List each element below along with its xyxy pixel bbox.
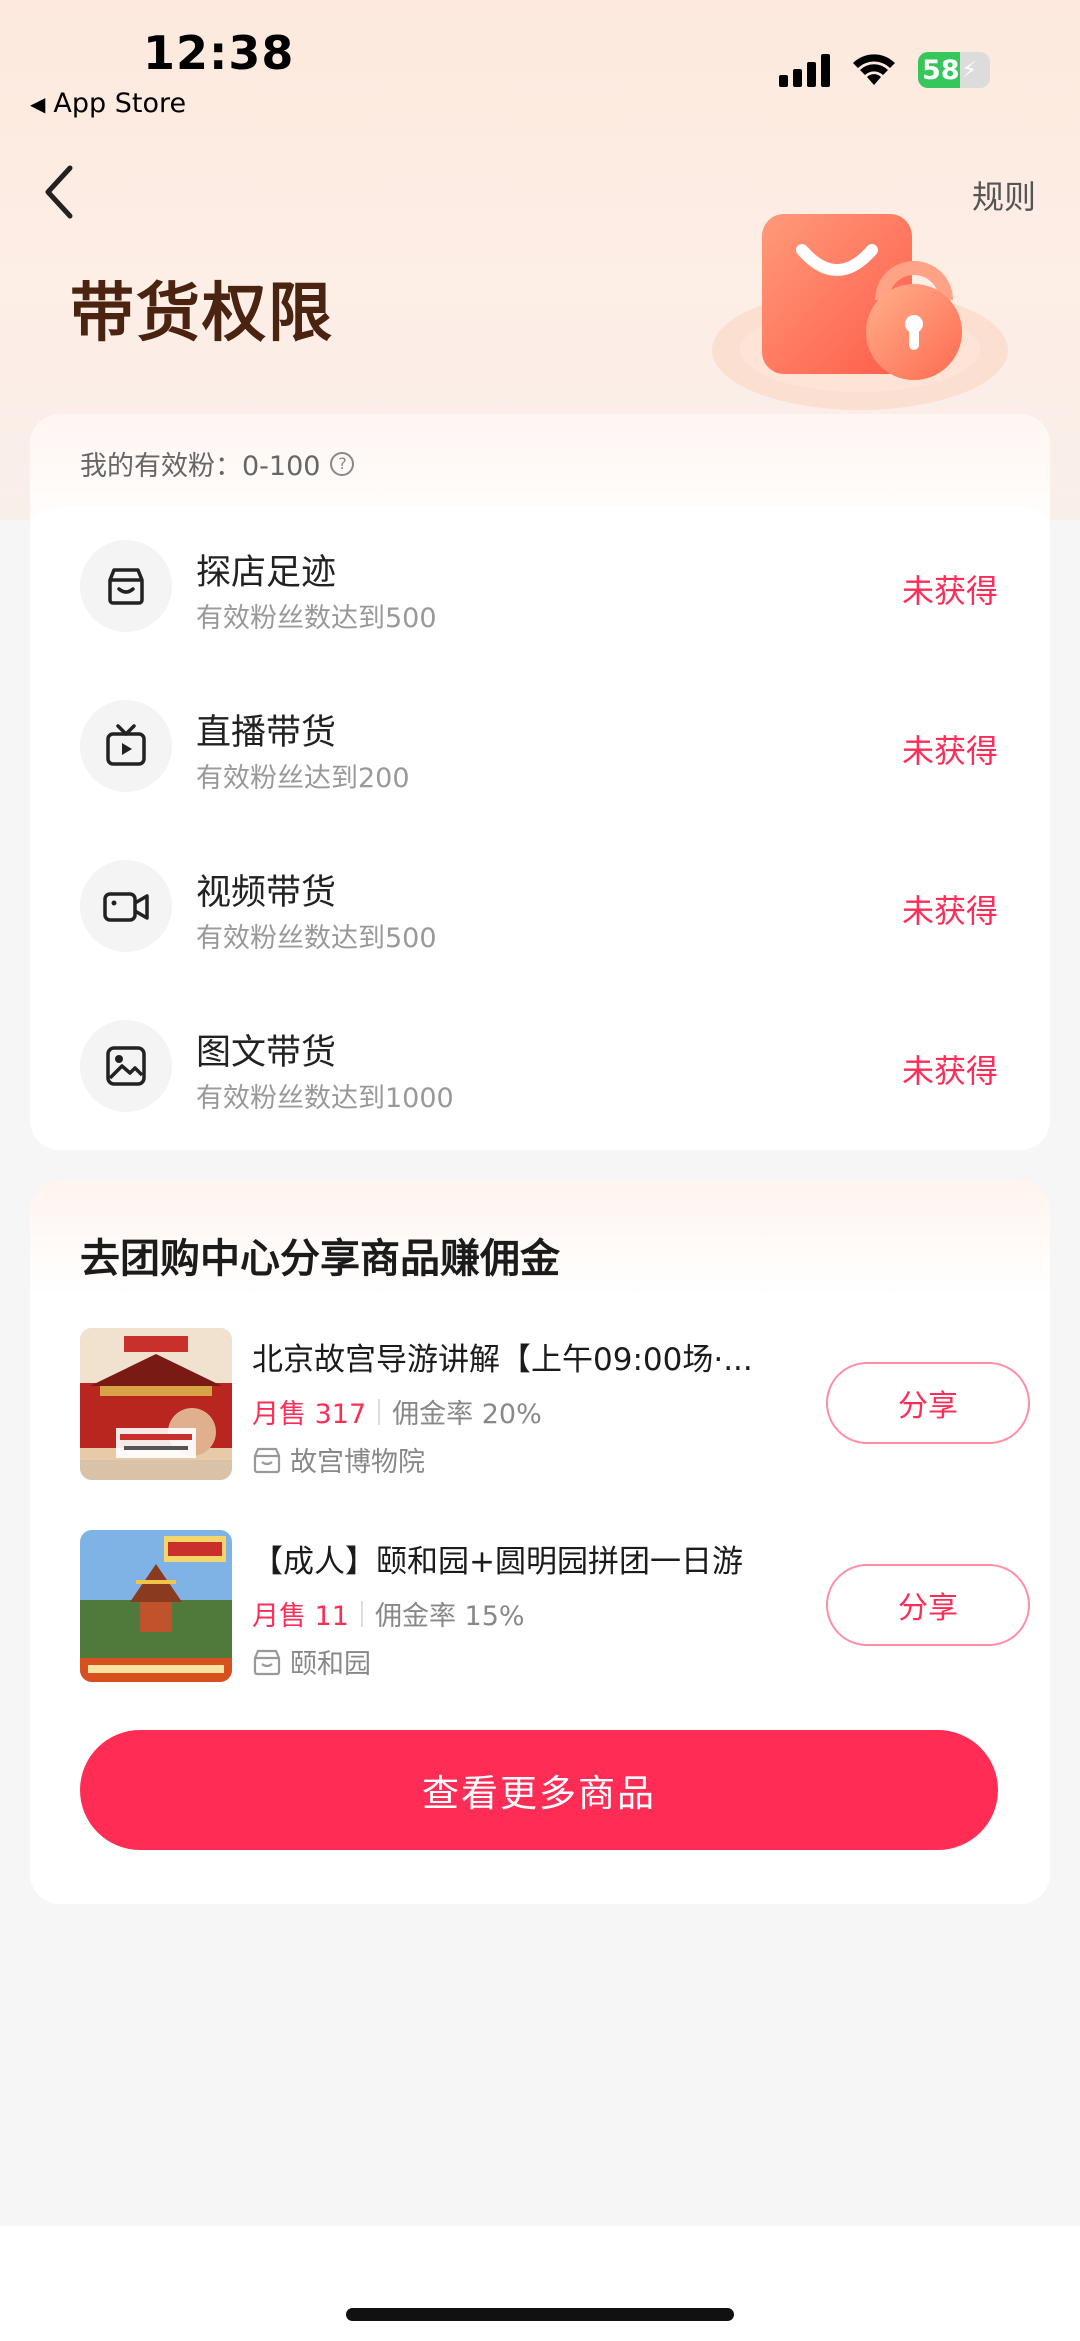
shop-icon [253,1447,281,1473]
monthly-sales: 月售 317 [252,1399,367,1430]
battery-level: 58 [922,54,960,86]
back-to-app-store[interactable]: ◀ App Store [30,88,186,119]
status-time: 12:38 [143,26,295,80]
group-buy-card: 去团购中心分享商品赚佣金 北京故宫导游讲解【上午09:00场·... 月售 31… [30,1180,1050,1904]
home-indicator[interactable] [346,2308,734,2321]
permission-status: 未获得 [901,1052,998,1090]
monthly-sales: 月售 11 [252,1601,349,1632]
permission-name: 探店足迹 [196,553,337,593]
view-more-products-button[interactable]: 查看更多商品 [80,1730,998,1850]
permission-requirement: 有效粉丝数达到1000 [196,1083,454,1114]
permission-row-video-selling[interactable]: 视频带货 有效粉丝数达到500 未获得 [30,826,1050,986]
product-title: 北京故宫导游讲解【上午09:00场·... [252,1342,753,1378]
page-title: 带货权限 [70,277,334,351]
permission-row-image-text-selling[interactable]: 图文带货 有效粉丝数达到1000 未获得 [30,986,1050,1146]
share-button[interactable]: 分享 [826,1564,1030,1646]
product-shop: 故宫博物院 [252,1440,425,1479]
group-buy-title: 去团购中心分享商品赚佣金 [80,1236,560,1282]
product-title: 【成人】颐和园+圆明园拼团一日游 [252,1544,743,1580]
shop-icon [253,1649,281,1675]
permissions-card: 我的有效粉：0-100 ? 探店足迹 有效粉丝数达到500 未获得 直播带货 有… [30,414,1050,1150]
product-meta: 月售 317 佣金率 20% [252,1392,542,1431]
product-item[interactable]: 【成人】颐和园+圆明园拼团一日游 月售 11 佣金率 15% 颐和园 分享 [80,1530,1030,1684]
charging-bolt-icon: ⚡ [961,57,978,83]
summer-palace-thumbnail [80,1530,232,1682]
forbidden-city-thumbnail [80,1328,232,1480]
live-tv-icon [80,700,172,792]
cellular-signal-icon [779,53,830,87]
status-indicators: 58 ⚡ [779,52,990,88]
back-arrow-icon[interactable] [40,162,80,222]
back-triangle-icon: ◀ [30,91,46,116]
permission-row-live-selling[interactable]: 直播带货 有效粉丝达到200 未获得 [30,666,1050,826]
permission-name: 视频带货 [196,873,337,913]
shop-name: 故宫博物院 [290,1447,425,1478]
store-icon [80,540,172,632]
effective-fans-line: 我的有效粉：0-100 ? [80,444,355,483]
meta-divider [378,1398,381,1425]
bottom-safe-area [0,2226,1080,2341]
permission-name: 直播带货 [196,713,337,753]
battery-indicator: 58 ⚡ [918,52,990,88]
product-shop: 颐和园 [252,1642,371,1681]
commission-rate: 佣金率 15% [374,1601,525,1632]
wifi-icon [853,54,895,85]
help-icon[interactable]: ? [330,451,355,476]
image-icon [80,1020,172,1112]
permission-status: 未获得 [901,572,998,610]
permission-status: 未获得 [901,732,998,770]
video-camera-icon [80,860,172,952]
permission-requirement: 有效粉丝达到200 [196,763,410,794]
permission-row-store-visit[interactable]: 探店足迹 有效粉丝数达到500 未获得 [30,506,1050,666]
shopping-bag-lock-illustration [712,214,1008,410]
meta-divider [360,1600,363,1627]
effective-fans-label: 我的有效粉：0-100 [80,451,321,482]
permission-status: 未获得 [901,892,998,930]
back-app-label: App Store [53,88,187,119]
product-item[interactable]: 北京故宫导游讲解【上午09:00场·... 月售 317 佣金率 20% 故宫博… [80,1328,1030,1482]
product-meta: 月售 11 佣金率 15% [252,1594,525,1633]
permission-requirement: 有效粉丝数达到500 [196,923,437,954]
shop-name: 颐和园 [290,1649,371,1680]
share-button[interactable]: 分享 [826,1362,1030,1444]
permissions-list: 探店足迹 有效粉丝数达到500 未获得 直播带货 有效粉丝达到200 未获得 视… [30,506,1050,1150]
permission-requirement: 有效粉丝数达到500 [196,603,437,634]
permission-name: 图文带货 [196,1033,337,1073]
commission-rate: 佣金率 20% [392,1399,542,1430]
